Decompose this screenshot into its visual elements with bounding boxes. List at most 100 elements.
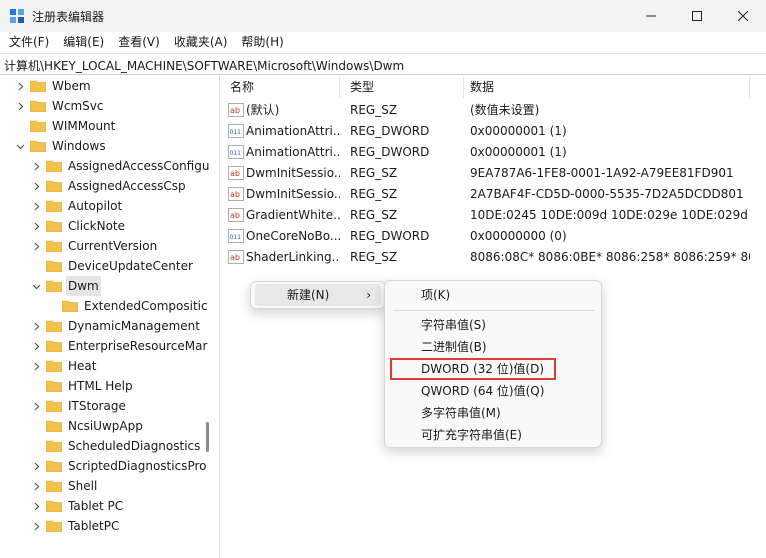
- tree-item[interactable]: Shell: [30, 476, 99, 496]
- tree-item-label: TabletPC: [68, 519, 120, 533]
- chevron-down-icon[interactable]: [14, 136, 26, 156]
- folder-icon: [46, 440, 62, 452]
- folder-icon: [30, 120, 46, 132]
- tree-item[interactable]: DynamicManagement: [30, 316, 202, 336]
- chevron-right-icon[interactable]: [14, 96, 26, 116]
- chevron-right-icon[interactable]: [30, 196, 42, 216]
- submenu-item-multi-string-value[interactable]: 多字符串值(M): [389, 402, 597, 424]
- close-button[interactable]: [720, 0, 766, 32]
- folder-icon: [46, 500, 62, 512]
- value-row[interactable]: ab DwmInitSessio... REG_SZ 2A7BAF4F-CD5D-00…: [222, 184, 766, 205]
- menu-view[interactable]: 查看(V): [111, 32, 167, 52]
- chevron-right-icon[interactable]: [30, 236, 42, 256]
- chevron-right-icon[interactable]: [30, 336, 42, 356]
- minimize-icon: [646, 15, 656, 17]
- tree-item[interactable]: Heat: [30, 356, 98, 376]
- tree-item[interactable]: Windows: [14, 136, 108, 156]
- address-bar[interactable]: 计算机\HKEY_LOCAL_MACHINE\SOFTWARE\Microsof…: [0, 53, 766, 75]
- tree-item[interactable]: Dwm: [30, 276, 101, 296]
- string-value-icon: ab: [228, 187, 244, 201]
- value-row[interactable]: 011 AnimationAttri... REG_DWORD 0x00000001 …: [222, 142, 766, 163]
- column-header-type[interactable]: 类型: [342, 76, 464, 98]
- tree-item[interactable]: Autopilot: [30, 196, 124, 216]
- window-title: 注册表编辑器: [32, 10, 105, 24]
- tree-item[interactable]: ITStorage: [30, 396, 128, 416]
- chevron-right-icon[interactable]: [30, 356, 42, 376]
- value-row[interactable]: 011 OneCoreNoBo... REG_DWORD 0x00000000 (0): [222, 226, 766, 247]
- tree-item-label: ScheduledDiagnostics: [68, 439, 201, 453]
- column-header-name[interactable]: 名称: [222, 76, 340, 98]
- tree-item[interactable]: ScheduledDiagnostics: [30, 436, 202, 456]
- chevron-right-icon[interactable]: [30, 176, 42, 196]
- tree-item[interactable]: TabletPC: [30, 516, 121, 536]
- svg-text:ab: ab: [230, 106, 240, 115]
- value-name: GradientWhite...: [246, 208, 340, 222]
- chevron-right-icon[interactable]: [30, 396, 42, 416]
- value-row[interactable]: ab (默认) REG_SZ (数值未设置): [222, 100, 766, 121]
- key-tree-pane[interactable]: Wbem WcmSvc WIMMount Windows AssignedAccessC…: [0, 76, 220, 558]
- menu-help[interactable]: 帮助(H): [234, 32, 290, 52]
- chevron-right-icon[interactable]: [30, 216, 42, 236]
- value-type: REG_SZ: [350, 187, 398, 201]
- tree-item[interactable]: EnterpriseResourceMar: [30, 336, 209, 356]
- value-type: REG_DWORD: [350, 145, 430, 159]
- submenu-item-binary-value[interactable]: 二进制值(B): [389, 336, 597, 358]
- tree-item[interactable]: Tablet PC: [30, 496, 125, 516]
- tree-item[interactable]: AssignedAccessConfigu: [30, 156, 211, 176]
- tree-item[interactable]: NcsiUwpApp: [30, 416, 145, 436]
- tree-item-label: WcmSvc: [52, 99, 104, 113]
- folder-icon: [46, 420, 62, 432]
- maximize-button[interactable]: [674, 0, 720, 32]
- tree-item[interactable]: WIMMount: [14, 116, 117, 136]
- registry-editor-app-icon: [10, 9, 24, 23]
- folder-icon: [30, 100, 46, 112]
- tree-item[interactable]: DeviceUpdateCenter: [30, 256, 195, 276]
- submenu-item-qword-value[interactable]: QWORD (64 位)值(Q): [389, 380, 597, 402]
- tree-item[interactable]: CurrentVersion: [30, 236, 159, 256]
- tree-item[interactable]: AssignedAccessCsp: [30, 176, 188, 196]
- folder-icon: [30, 80, 46, 92]
- chevron-right-icon[interactable]: [30, 516, 42, 536]
- svg-text:ab: ab: [230, 253, 240, 262]
- menu-edit[interactable]: 编辑(E): [56, 32, 111, 52]
- value-data: (数值未设置): [470, 103, 540, 117]
- chevron-down-icon[interactable]: [30, 276, 42, 296]
- value-row[interactable]: ab GradientWhite... REG_SZ 10DE:0245 10DE:0…: [222, 205, 766, 226]
- context-menu-new[interactable]: 新建(N) ›: [255, 284, 381, 306]
- chevron-right-icon[interactable]: [30, 496, 42, 516]
- column-header-data[interactable]: 数据: [462, 76, 750, 98]
- chevron-right-icon[interactable]: [30, 456, 42, 476]
- address-path[interactable]: 计算机\HKEY_LOCAL_MACHINE\SOFTWARE\Microsof…: [4, 57, 404, 74]
- menu-favorites[interactable]: 收藏夹(A): [167, 32, 235, 52]
- tree-item-label: EnterpriseResourceMar: [68, 339, 208, 353]
- minimize-button[interactable]: [628, 0, 674, 32]
- submenu-item-string-value[interactable]: 字符串值(S): [389, 314, 597, 336]
- tree-item[interactable]: WcmSvc: [14, 96, 105, 116]
- value-name: (默认): [246, 103, 280, 117]
- submenu-item-expandable-string-value[interactable]: 可扩充字符串值(E): [389, 424, 597, 446]
- tree-item[interactable]: Wbem: [14, 76, 93, 96]
- value-row[interactable]: ab DwmInitSessio... REG_SZ 9EA787A6-1FE8-00…: [222, 163, 766, 184]
- submenu-item-key[interactable]: 项(K): [389, 284, 597, 306]
- value-row[interactable]: 011 AnimationAttri... REG_DWORD 0x00000001 …: [222, 121, 766, 142]
- value-type: REG_DWORD: [350, 229, 430, 243]
- tree-item[interactable]: ClickNote: [30, 216, 127, 236]
- tree-item[interactable]: HTML Help: [30, 376, 135, 396]
- chevron-right-icon[interactable]: [30, 316, 42, 336]
- tree-item-label: AssignedAccessConfigu: [68, 159, 210, 173]
- menu-file[interactable]: 文件(F): [2, 32, 56, 52]
- chevron-right-icon[interactable]: [14, 76, 26, 96]
- tree-scrollbar-thumb[interactable]: [206, 422, 209, 452]
- tree-item[interactable]: ScriptedDiagnosticsPro: [30, 456, 208, 476]
- value-data: 9EA787A6-1FE8-0001-1A92-A79EE81FD901: [470, 166, 734, 180]
- tree-item-label: DynamicManagement: [68, 319, 200, 333]
- svg-text:ab: ab: [230, 169, 240, 178]
- chevron-right-icon[interactable]: [30, 476, 42, 496]
- tree-item[interactable]: ExtendedCompositic: [46, 296, 210, 316]
- chevron-right-icon[interactable]: [30, 156, 42, 176]
- value-row[interactable]: ab ShaderLinking... REG_SZ 8086:08C* 8086:0…: [222, 247, 766, 268]
